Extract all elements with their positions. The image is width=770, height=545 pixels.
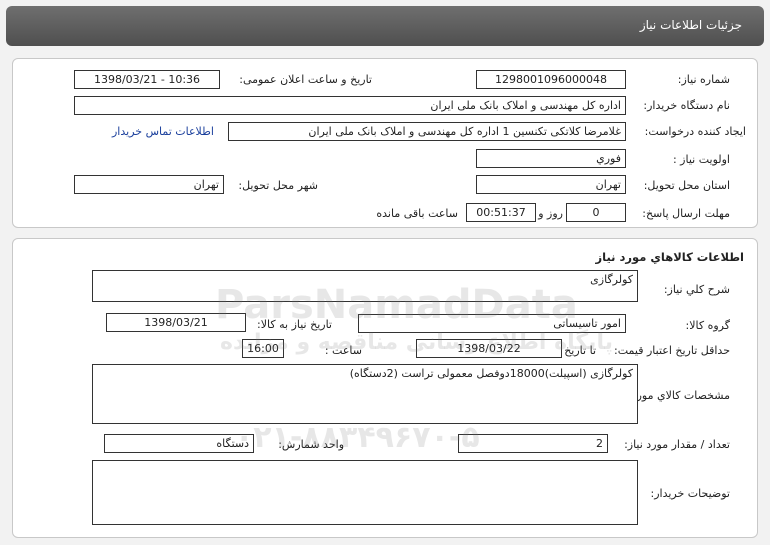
remaining-time-field: 00:51:37 [466, 203, 536, 222]
notes-label: توضيحات خريدار: [650, 487, 731, 500]
hour-field: 16:00 [242, 339, 284, 358]
desc-label: شرح کلي نياز: [663, 283, 730, 296]
buyer-contact-link[interactable]: اطلاعات تماس خریدار [112, 125, 214, 138]
qty-label: تعداد / مقدار مورد نياز: [624, 438, 730, 451]
buyer-field: اداره کل مهندسی و املاک بانک ملی ایران [74, 96, 626, 115]
buyer-label: نام دستگاه خریدار: [643, 99, 730, 112]
days-label: روز و [538, 207, 563, 220]
page-title: جزئیات اطلاعات نیاز [639, 18, 742, 32]
announce-label: تاریخ و ساعت اعلان عمومی: [239, 73, 372, 86]
hour-label: ساعت : [324, 344, 362, 357]
group-label: گروه کالا: [685, 319, 730, 332]
announce-field: 1398/03/21 - 10:36 [74, 70, 220, 89]
need-number-field: 1298001096000048 [476, 70, 626, 89]
need-date-label: تاريخ نياز به کالا: [257, 318, 332, 331]
unit-label: واحد شمارش: [278, 438, 344, 451]
city-field: تهران [74, 175, 224, 194]
city-label: شهر محل تحویل: [238, 179, 318, 192]
need-number-label: شماره نیاز: [677, 73, 730, 86]
desc-field: کولرگازی [92, 270, 638, 302]
priority-label: اولویت نیاز : [672, 153, 730, 166]
need-date-field: 1398/03/21 [106, 313, 246, 332]
page-header: جزئیات اطلاعات نیاز [6, 6, 764, 46]
days-field: 0 [566, 203, 626, 222]
price-validity-label: حداقل تاريخ اعتبار قيمت: [614, 344, 730, 357]
priority-field: فوري [476, 149, 626, 168]
notes-field [92, 460, 638, 525]
to-date-label: تا تاريخ : [557, 344, 596, 357]
group-field: امور تاسیساتی [358, 314, 626, 333]
qty-field: 2 [458, 434, 608, 453]
spec-field: کولرگازی (اسپیلت)18000دوفصل معمولی تراست… [92, 364, 638, 424]
province-label: استان محل تحویل: [643, 179, 730, 192]
remaining-label: ساعت باقی مانده [376, 207, 458, 220]
unit-field: دستگاه [104, 434, 254, 453]
goods-section-title: اطلاعات کالاهاي مورد نياز [595, 250, 744, 264]
deadline-label: مهلت ارسال پاسخ: [642, 207, 730, 220]
province-field: تهران [476, 175, 626, 194]
to-date-field: 1398/03/22 [416, 339, 562, 358]
creator-label: ایجاد کننده درخواست: [644, 125, 746, 138]
creator-field: غلامرضا کلاتکی تکنسین 1 اداره کل مهندسی … [228, 122, 626, 141]
